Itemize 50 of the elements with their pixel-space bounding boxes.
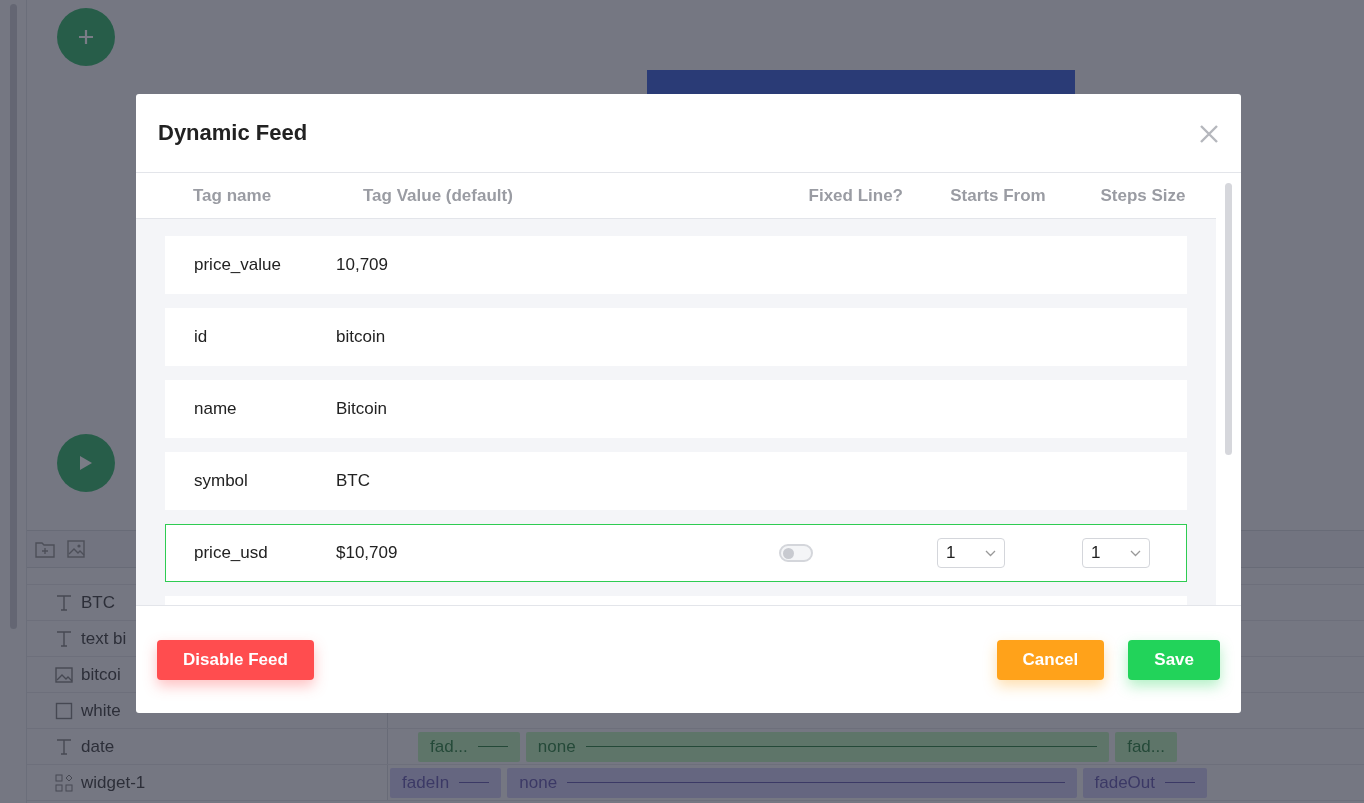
animation-clip[interactable]: none bbox=[525, 731, 1110, 762]
layer-name[interactable]: text bi bbox=[81, 625, 127, 652]
chevron-down-icon bbox=[985, 549, 996, 557]
table-row[interactable]: price_usd $10,709 1 1 bbox=[165, 524, 1187, 582]
tag-value: bitcoin bbox=[336, 327, 386, 347]
dialog-title: Dynamic Feed bbox=[158, 119, 308, 147]
image-icon[interactable] bbox=[67, 540, 85, 558]
folder-plus-icon[interactable] bbox=[35, 540, 55, 558]
table-row[interactable]: name Bitcoin bbox=[165, 380, 1187, 438]
close-icon bbox=[1199, 123, 1219, 144]
layer-name[interactable]: bitcoi bbox=[81, 661, 121, 688]
toggle-switch[interactable] bbox=[779, 544, 813, 562]
select-field[interactable]: 1 bbox=[1082, 538, 1150, 568]
animation-clip[interactable]: fad... bbox=[418, 731, 520, 762]
tag-name: id bbox=[194, 327, 208, 347]
tag-value: $10,709 bbox=[336, 543, 398, 563]
chevron-down-icon bbox=[1130, 549, 1141, 557]
play-icon bbox=[79, 455, 93, 471]
tag-value: BTC bbox=[336, 471, 370, 491]
action-button[interactable]: Cancel bbox=[996, 639, 1105, 680]
table-row[interactable]: id bitcoin bbox=[165, 308, 1187, 366]
scrollbar[interactable] bbox=[1225, 183, 1232, 455]
action-button[interactable]: Save bbox=[1128, 639, 1220, 680]
tag-name: name bbox=[194, 399, 237, 419]
select-field[interactable]: 1 bbox=[937, 538, 1005, 568]
text-icon bbox=[55, 737, 73, 756]
column-header: Steps Size bbox=[1099, 184, 1187, 207]
column-header: Starts From bbox=[949, 184, 1047, 207]
table-row[interactable]: symbol BTC bbox=[165, 452, 1187, 510]
table-row[interactable]: price_value 10,709 bbox=[165, 236, 1187, 294]
column-header: Fixed Line? bbox=[807, 184, 904, 207]
column-header: Tag Value (default) bbox=[363, 184, 514, 207]
tag-name: price_value bbox=[194, 255, 281, 275]
tag-name: price_usd bbox=[194, 543, 268, 563]
tag-value: Bitcoin bbox=[336, 399, 388, 419]
animation-clip[interactable]: fad... bbox=[1115, 731, 1177, 762]
layer-name[interactable]: white bbox=[81, 697, 121, 724]
layer-name[interactable]: widget-1 bbox=[81, 769, 146, 796]
text-icon bbox=[55, 593, 73, 612]
square-icon bbox=[55, 701, 73, 720]
layer-name[interactable]: BTC bbox=[81, 589, 115, 616]
tag-name: symbol bbox=[194, 471, 248, 491]
column-header: Tag name bbox=[192, 184, 273, 207]
text-icon bbox=[55, 629, 73, 648]
action-button[interactable]: Disable Feed bbox=[157, 639, 314, 680]
tag-value: 10,709 bbox=[336, 255, 388, 275]
layer-name[interactable]: date bbox=[81, 733, 115, 760]
plus-icon bbox=[78, 29, 94, 45]
widget-icon bbox=[55, 773, 73, 792]
image-icon bbox=[55, 665, 73, 684]
